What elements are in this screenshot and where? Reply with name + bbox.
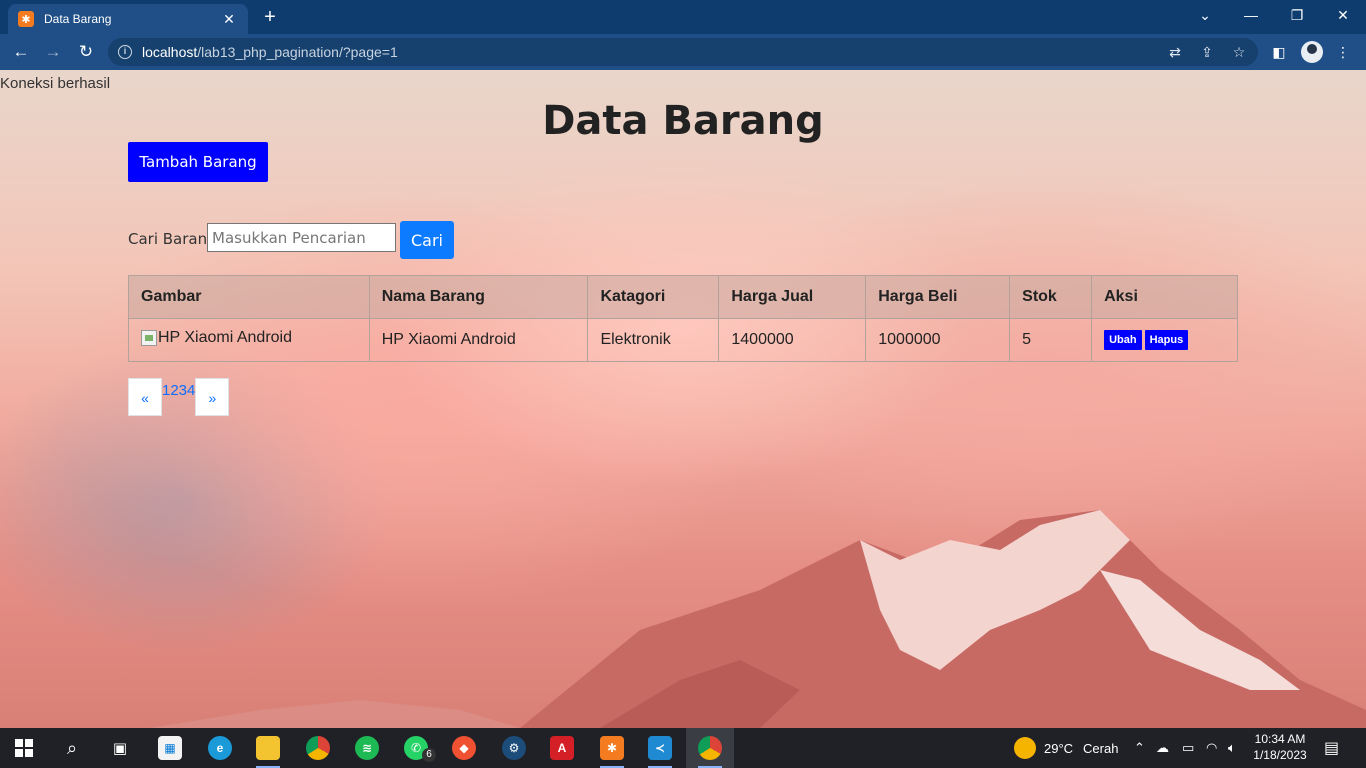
broken-image-icon <box>141 330 157 346</box>
share-icon[interactable]: ⇪ <box>1196 38 1218 66</box>
search-button[interactable]: Cari <box>400 221 454 259</box>
task-view-icon[interactable]: ▣ <box>96 728 144 768</box>
table-header-row: Gambar Nama Barang Katagori Harga Jual H… <box>128 275 1238 319</box>
site-info-icon[interactable]: i <box>118 45 132 59</box>
system-clock[interactable]: 10:34 AM 1/18/2023 <box>1252 731 1308 763</box>
col-header-harga-jual: Harga Jual <box>718 275 867 319</box>
search-input[interactable] <box>207 223 396 252</box>
back-arrow-icon[interactable]: ← <box>8 40 34 64</box>
whatsapp-icon[interactable]: ✆ 6 <box>392 728 440 768</box>
cell-harga-jual: 1400000 <box>718 318 867 362</box>
acrobat-icon[interactable]: A <box>538 728 586 768</box>
clock-date: 1/18/2023 <box>1253 748 1307 762</box>
wifi-icon[interactable]: ◠ <box>1206 728 1217 768</box>
weather-text: Cerah <box>1083 740 1119 756</box>
add-item-button[interactable]: Tambah Barang <box>128 142 268 182</box>
chrome-icon[interactable] <box>294 728 342 768</box>
cell-kategori: Elektronik <box>587 318 720 362</box>
bookmark-star-icon[interactable]: ☆ <box>1228 38 1250 66</box>
windows-logo-icon <box>15 739 33 757</box>
pagination-pages[interactable]: 1234 <box>162 378 195 416</box>
windows-taskbar: ⌕ ▣ ▦ e ≋ ✆ 6 ◆ ⚙ A ✱ ≺ 29°C Cerah ⌃ ☁ ▭… <box>0 728 1366 768</box>
cell-aksi: Ubah Hapus <box>1091 318 1238 362</box>
forward-arrow-icon[interactable]: → <box>40 40 66 64</box>
xampp-favicon-icon: ✱ <box>18 11 34 27</box>
browser-tab[interactable]: ✱ Data Barang ✕ <box>8 4 248 34</box>
table-row: HP Xiaomi Android HP Xiaomi Android Elek… <box>128 318 1238 362</box>
xampp-icon[interactable]: ✱ <box>588 728 636 768</box>
onedrive-icon[interactable]: ☁ <box>1156 728 1169 768</box>
edit-button[interactable]: Ubah <box>1104 330 1142 350</box>
pagination-next[interactable]: » <box>195 378 230 416</box>
steam-icon[interactable]: ⚙ <box>490 728 538 768</box>
address-bar[interactable]: i localhost/lab13_php_pagination/?page=1 <box>108 38 1258 66</box>
volume-icon[interactable]: 🔈︎ <box>1228 728 1236 768</box>
page-title: Data Barang <box>542 98 824 144</box>
start-button[interactable] <box>0 728 48 768</box>
col-header-gambar: Gambar <box>128 275 370 319</box>
col-header-katagori: Katagori <box>587 275 720 319</box>
side-panel-icon[interactable]: ◧ <box>1268 40 1290 64</box>
menu-kebab-icon[interactable]: ⋮ <box>1332 40 1354 64</box>
notifications-icon[interactable]: ▤ <box>1324 728 1339 768</box>
reload-icon[interactable]: ↻ <box>73 40 99 64</box>
microsoft-store-icon[interactable]: ▦ <box>146 728 194 768</box>
cell-harga-beli: 1000000 <box>865 318 1011 362</box>
browser-toolbar: ← → ↻ i localhost/lab13_php_pagination/?… <box>0 34 1366 70</box>
profile-avatar[interactable] <box>1301 41 1323 63</box>
page-body: Koneksi berhasil Data Barang Tambah Bara… <box>0 70 1366 728</box>
translate-icon[interactable]: ⇄ <box>1164 38 1186 66</box>
url-path: /lab13_php_pagination/?page=1 <box>197 44 398 60</box>
col-header-aksi: Aksi <box>1091 275 1238 319</box>
restore-button[interactable]: ❐ <box>1274 0 1320 30</box>
git-icon[interactable]: ◆ <box>440 728 488 768</box>
cell-gambar: HP Xiaomi Android <box>128 318 370 362</box>
tray-chevron-icon[interactable]: ⌃ <box>1134 728 1145 768</box>
weather-sun-icon <box>1014 737 1036 759</box>
image-alt-text: HP Xiaomi Android <box>158 329 292 346</box>
pagination-prev[interactable]: « <box>128 378 162 416</box>
new-tab-button[interactable]: + <box>258 4 282 30</box>
clock-time: 10:34 AM <box>1254 732 1306 746</box>
tab-title: Data Barang <box>44 12 112 26</box>
vscode-icon[interactable]: ≺ <box>636 728 684 768</box>
cell-stok: 5 <box>1009 318 1093 362</box>
tab-close-icon[interactable]: ✕ <box>220 11 238 28</box>
connection-status: Koneksi berhasil <box>0 75 111 92</box>
close-window-button[interactable]: ✕ <box>1320 0 1366 30</box>
delete-button[interactable]: Hapus <box>1144 330 1189 350</box>
minimize-button[interactable]: — <box>1228 0 1274 30</box>
file-explorer-icon[interactable] <box>244 728 292 768</box>
spotify-icon[interactable]: ≋ <box>343 728 391 768</box>
whatsapp-badge: 6 <box>422 748 436 762</box>
search-taskbar-icon[interactable]: ⌕ <box>48 728 96 768</box>
broken-image: HP Xiaomi Android <box>141 329 292 347</box>
edge-icon[interactable]: e <box>196 728 244 768</box>
col-header-nama: Nama Barang <box>368 275 589 319</box>
pagination: « 1234 » <box>128 378 230 416</box>
battery-icon[interactable]: ▭ <box>1182 728 1194 768</box>
url-host: localhost <box>142 44 198 60</box>
col-header-harga-beli: Harga Beli <box>865 275 1011 319</box>
search-label: Cari Barang <box>128 230 217 248</box>
cell-nama: HP Xiaomi Android <box>368 318 589 362</box>
tab-search-icon[interactable]: ⌄ <box>1182 0 1228 30</box>
col-header-stok: Stok <box>1009 275 1093 319</box>
weather-temp: 29°C <box>1044 740 1074 756</box>
browser-tabbar: ✱ Data Barang ✕ + ⌄ — ❐ ✕ <box>0 0 1366 34</box>
items-table: Gambar Nama Barang Katagori Harga Jual H… <box>128 275 1238 362</box>
weather-widget[interactable]: 29°C Cerah <box>1014 728 1118 768</box>
chrome-active-icon[interactable] <box>686 728 734 768</box>
